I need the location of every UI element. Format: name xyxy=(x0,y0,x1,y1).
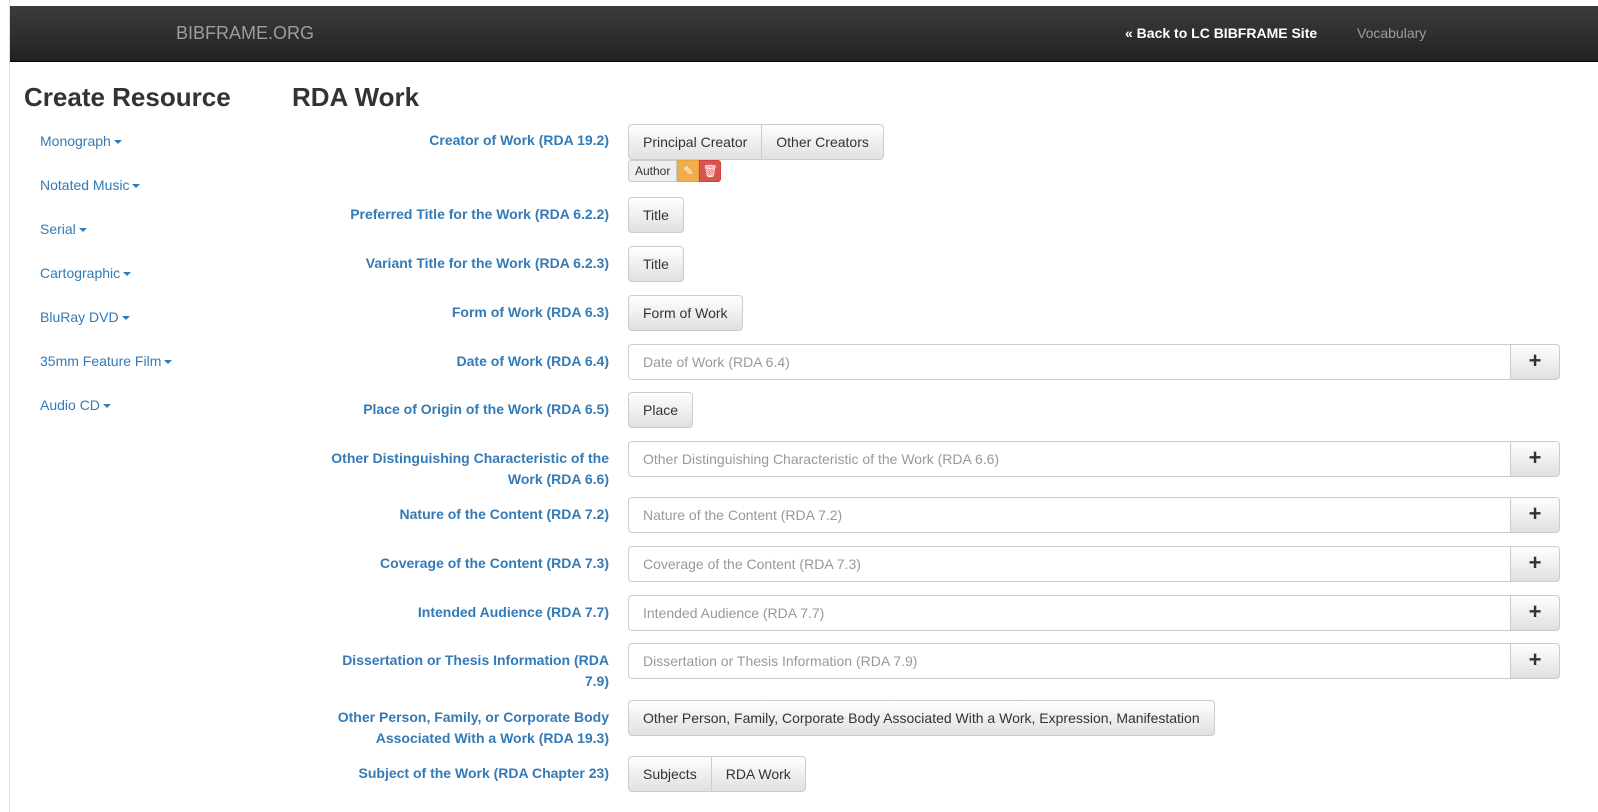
add-coverage-of-content-button[interactable]: + xyxy=(1510,546,1560,582)
add-nature-of-content-button[interactable]: + xyxy=(1510,497,1560,533)
field-label-line: Dissertation or Thesis Information (RDA xyxy=(342,652,609,668)
sidebar-item-label: Monograph xyxy=(40,133,111,149)
caret-down-icon xyxy=(78,228,87,233)
sidebar-item-monograph[interactable]: Monograph xyxy=(40,131,172,175)
field-label: Form of Work (RDA 6.3) xyxy=(451,304,609,320)
principal-creator-button[interactable]: Principal Creator xyxy=(628,124,763,160)
caret-down-icon xyxy=(132,184,141,189)
sidebar-item-label: BluRay DVD xyxy=(40,309,119,325)
form-of-work-button[interactable]: Form of Work xyxy=(628,295,743,331)
field-label: Variant Title for the Work (RDA 6.2.3) xyxy=(365,255,609,271)
add-other-distinguishing-button[interactable]: + xyxy=(1510,441,1560,477)
vocabulary-link[interactable]: Vocabulary xyxy=(1357,25,1426,41)
sidebar-item-label: 35mm Feature Film xyxy=(40,353,162,369)
add-date-of-work-button[interactable]: + xyxy=(1510,344,1560,380)
caret-down-icon xyxy=(121,316,130,321)
add-intended-audience-button[interactable]: + xyxy=(1510,595,1560,631)
caret-down-icon xyxy=(164,360,173,365)
back-to-lc-link[interactable]: « Back to LC BIBFRAME Site xyxy=(1125,25,1317,41)
creator-button-group: Principal Creator Other Creators xyxy=(628,124,884,160)
intended-audience-input[interactable] xyxy=(628,595,1511,631)
variant-title-button[interactable]: Title xyxy=(628,246,684,282)
field-label: Other Person, Family, or Corporate Body … xyxy=(289,707,609,749)
caret-down-icon xyxy=(123,272,132,277)
window-left-edge xyxy=(0,0,10,812)
field-label: Date of Work (RDA 6.4) xyxy=(456,353,609,369)
sidebar-item-cartographic[interactable]: Cartographic xyxy=(40,263,172,307)
field-label-line: Associated With a Work (RDA 19.3) xyxy=(375,730,609,746)
field-label: Place of Origin of the Work (RDA 6.5) xyxy=(363,401,609,417)
sidebar-item-label: Serial xyxy=(40,221,76,237)
place-button[interactable]: Place xyxy=(628,392,694,428)
caret-down-icon xyxy=(102,404,111,409)
field-label-line: Work (RDA 6.6) xyxy=(507,471,609,487)
field-label: Intended Audience (RDA 7.7) xyxy=(417,604,609,620)
sidebar-item-bluray-dvd[interactable]: BluRay DVD xyxy=(40,307,172,351)
author-tag-label: Author xyxy=(628,160,678,182)
sidebar-title: Create Resource xyxy=(24,82,231,112)
date-of-work-input[interactable] xyxy=(628,344,1511,380)
sidebar-item-35mm-feature-film[interactable]: 35mm Feature Film xyxy=(40,351,173,395)
coverage-of-content-input[interactable] xyxy=(628,546,1511,582)
nature-of-content-input[interactable] xyxy=(628,497,1511,533)
add-dissertation-button[interactable]: + xyxy=(1510,643,1560,679)
trash-icon[interactable]: 🗑 xyxy=(699,160,722,182)
caret-down-icon xyxy=(113,140,122,145)
sidebar-item-label: Notated Music xyxy=(40,177,130,193)
author-tag: Author ✎ 🗑 xyxy=(628,160,722,182)
sidebar-item-label: Audio CD xyxy=(40,397,100,413)
subjects-button[interactable]: Subjects xyxy=(628,756,712,792)
field-label: Coverage of the Content (RDA 7.3) xyxy=(380,555,609,571)
other-creators-button[interactable]: Other Creators xyxy=(762,124,884,160)
field-label: Dissertation or Thesis Information (RDA … xyxy=(289,650,609,692)
other-distinguishing-input[interactable] xyxy=(628,441,1511,477)
preferred-title-button[interactable]: Title xyxy=(628,197,684,233)
field-label-line: Other Person, Family, or Corporate Body xyxy=(337,709,609,725)
field-label: Creator of Work (RDA 19.2) xyxy=(429,132,609,148)
subject-button-group: Subjects RDA Work xyxy=(628,756,806,792)
pencil-icon[interactable]: ✎ xyxy=(677,160,700,182)
field-label: Preferred Title for the Work (RDA 6.2.2) xyxy=(350,206,609,222)
sidebar-item-notated-music[interactable]: Notated Music xyxy=(40,175,172,219)
dissertation-input[interactable] xyxy=(628,643,1511,679)
sidebar-item-label: Cartographic xyxy=(40,265,121,281)
sidebar-menu: Monograph Notated Music Serial Cartograp… xyxy=(40,131,173,439)
sidebar-item-serial[interactable]: Serial xyxy=(40,219,172,263)
brand-link[interactable]: BIBFRAME.ORG xyxy=(176,23,314,44)
field-label-line: Other Distinguishing Characteristic of t… xyxy=(331,450,609,466)
field-label: Subject of the Work (RDA Chapter 23) xyxy=(358,765,609,781)
other-person-button[interactable]: Other Person, Family, Corporate Body Ass… xyxy=(628,700,1215,736)
field-label-line: 7.9) xyxy=(584,673,609,689)
rda-work-button[interactable]: RDA Work xyxy=(711,756,806,792)
page-title: RDA Work xyxy=(292,82,420,112)
field-label: Other Distinguishing Characteristic of t… xyxy=(289,448,609,490)
field-label: Nature of the Content (RDA 7.2) xyxy=(399,506,609,522)
sidebar-item-audio-cd[interactable]: Audio CD xyxy=(40,395,172,439)
top-navbar: BIBFRAME.ORG « Back to LC BIBFRAME Site … xyxy=(10,6,1598,62)
